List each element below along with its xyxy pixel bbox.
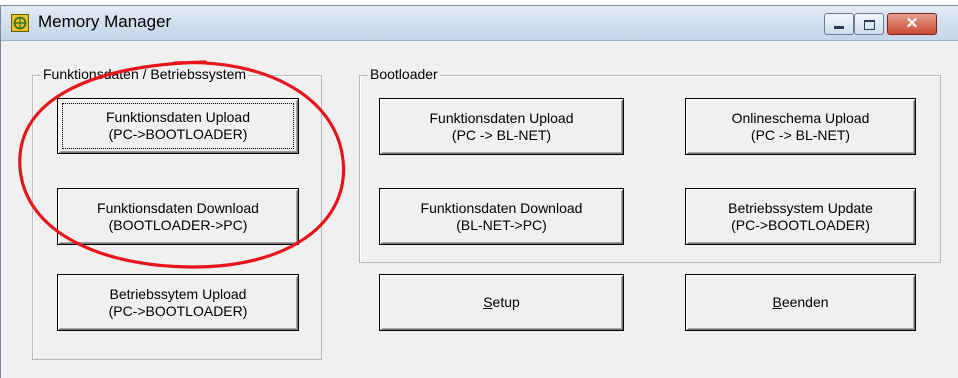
minimize-button[interactable] bbox=[824, 13, 854, 35]
onlineschema-upload-button[interactable]: Onlineschema Upload (PC -> BL-NET) bbox=[685, 98, 916, 155]
button-line1: Funktionsdaten Upload bbox=[429, 109, 574, 126]
setup-label: Setup bbox=[483, 294, 520, 310]
maximize-icon bbox=[863, 20, 875, 30]
button-line1: Betriebssystem Update bbox=[728, 199, 873, 216]
window-title: Memory Manager bbox=[38, 12, 172, 31]
button-line2: (PC -> BL-NET) bbox=[451, 126, 552, 143]
beenden-label: Beenden bbox=[772, 294, 829, 310]
button-line1: Funktionsdaten Download bbox=[420, 199, 583, 216]
minimize-icon bbox=[834, 26, 844, 29]
funktionsdaten-download-bootloader-button[interactable]: Funktionsdaten Download (BOOTLOADER->PC) bbox=[57, 188, 299, 245]
button-line2: (BOOTLOADER->PC) bbox=[108, 216, 248, 233]
setup-button[interactable]: Setup bbox=[379, 274, 624, 331]
betriebssystem-update-button[interactable]: Betriebssystem Update (PC->BOOTLOADER) bbox=[685, 188, 916, 245]
title-bar[interactable]: Memory Manager ✕ bbox=[1, 6, 958, 41]
maximize-button[interactable] bbox=[854, 13, 884, 35]
group-label-right: Bootloader bbox=[368, 66, 440, 82]
app-icon[interactable] bbox=[11, 14, 29, 32]
button-line1: Onlineschema Upload bbox=[731, 109, 870, 126]
button-line1: Funktionsdaten Upload bbox=[106, 109, 250, 125]
close-button[interactable]: ✕ bbox=[887, 13, 937, 35]
button-line2: (BL-NET->PC) bbox=[456, 216, 547, 233]
funktionsdaten-upload-blnet-button[interactable]: Funktionsdaten Upload (PC -> BL-NET) bbox=[379, 98, 624, 155]
memory-manager-window: Memory Manager ✕ Funktionsdaten / Betrie… bbox=[0, 5, 958, 378]
button-line2: (PC->BOOTLOADER) bbox=[108, 302, 248, 319]
funktionsdaten-download-blnet-button[interactable]: Funktionsdaten Download (BL-NET->PC) bbox=[379, 188, 624, 245]
betriebssystem-upload-button[interactable]: Betriebssytem Upload (PC->BOOTLOADER) bbox=[57, 274, 299, 331]
funktionsdaten-upload-bootloader-button[interactable]: Funktionsdaten Upload (PC->BOOTLOADER) bbox=[57, 98, 299, 154]
cropped-caption bbox=[0, 0, 480, 4]
button-line1: Betriebssytem Upload bbox=[109, 285, 247, 302]
close-icon: ✕ bbox=[905, 15, 919, 32]
button-line2: (PC->BOOTLOADER) bbox=[731, 216, 870, 233]
beenden-button[interactable]: Beenden bbox=[685, 274, 916, 331]
button-line2: (PC->BOOTLOADER) bbox=[108, 126, 248, 142]
group-label-left: Funktionsdaten / Betriebssystem bbox=[41, 66, 249, 82]
button-line2: (PC -> BL-NET) bbox=[750, 126, 851, 143]
app-icon-glyph bbox=[13, 16, 27, 30]
button-line1: Funktionsdaten Download bbox=[97, 199, 259, 216]
